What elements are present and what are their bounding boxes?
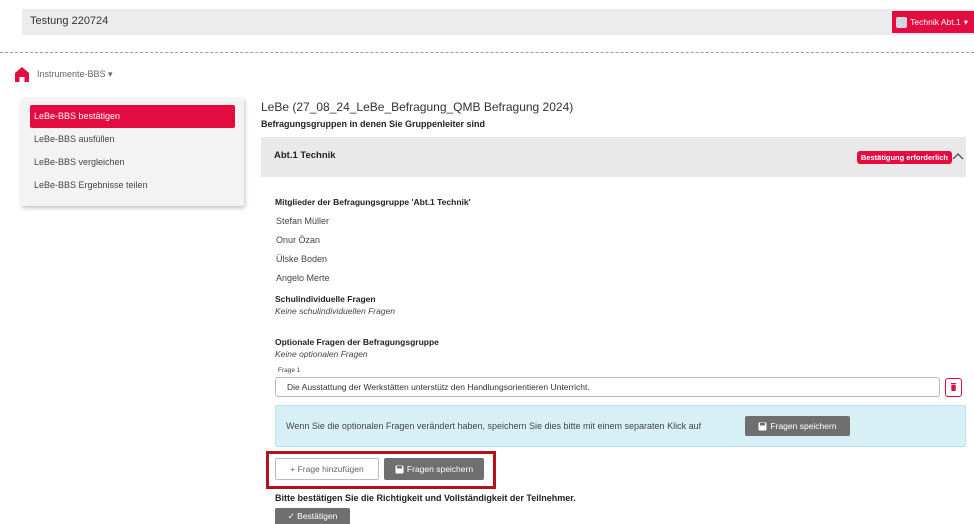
top-bar: Testung 220724 Technik Abt.1 ▾ — [22, 9, 974, 35]
chevron-up-icon[interactable] — [952, 151, 964, 161]
question-input[interactable]: Die Ausstattung der Werkstätten unterstü… — [275, 377, 940, 397]
user-label: Technik Abt.1 — [910, 17, 961, 27]
sidebar-item-bestaetigen[interactable]: LeBe-BBS bestätigen — [30, 105, 235, 128]
member-item: Stefan Müller — [276, 216, 330, 226]
home-icon[interactable] — [14, 66, 30, 82]
school-questions-title: Schulindividuelle Fragen — [275, 294, 376, 304]
instrument-label: Instrumente-BBS — [37, 69, 106, 79]
trash-icon — [951, 383, 956, 391]
save-questions-inline-button[interactable]: Fragen speichern — [745, 416, 850, 436]
info-text: Wenn Sie die optionalen Fragen verändert… — [286, 421, 702, 431]
school-questions-empty: Keine schulindividuellen Fragen — [275, 306, 396, 316]
highlight-box — [266, 451, 496, 489]
group-panel-header[interactable]: Abt.1 Technik Bestätigung erforderlich — [261, 137, 966, 177]
sidebar-item-vergleichen[interactable]: LeBe-BBS vergleichen — [30, 151, 235, 174]
optional-questions-title: Optionale Fragen der Befragungsgruppe — [275, 337, 439, 347]
avatar — [896, 16, 908, 28]
app-title: Testung 220724 — [30, 15, 109, 27]
caret-down-icon: ▾ — [108, 69, 113, 79]
optional-questions-empty: Keine optionalen Fragen — [275, 349, 368, 359]
caret-down-icon: ▾ — [963, 16, 968, 27]
members-title: Mitglieder der Befragungsgruppe 'Abt.1 T… — [275, 197, 471, 207]
member-item: Angelo Merte — [276, 273, 330, 283]
confirm-button-label: ✓ Bestätigen — [287, 510, 338, 521]
sidebar-item-ergebnisse-teilen[interactable]: LeBe-BBS Ergebnisse teilen — [30, 174, 235, 197]
save-button-label: Fragen speichern — [770, 421, 837, 431]
page-title: LeBe (27_08_24_LeBe_Befragung_QMB Befrag… — [261, 100, 574, 114]
group-name: Abt.1 Technik — [274, 150, 336, 161]
status-badge: Bestätigung erforderlich — [856, 151, 952, 164]
user-menu-button[interactable]: Technik Abt.1 ▾ — [892, 11, 974, 33]
member-item: Ülske Boden — [276, 254, 328, 264]
question-label: Frage 1 — [278, 367, 301, 374]
member-item: Onur Özan — [276, 235, 321, 245]
save-icon — [758, 422, 767, 430]
instrument-dropdown[interactable]: Instrumente-BBS ▾ — [37, 69, 113, 80]
sidebar-menu: LeBe-BBS bestätigen LeBe-BBS ausfüllen L… — [21, 98, 244, 206]
delete-question-button[interactable] — [945, 378, 962, 397]
confirm-text: Bitte bestätigen Sie die Richtigkeit und… — [275, 493, 576, 503]
info-box: Wenn Sie die optionalen Fragen verändert… — [275, 405, 966, 447]
sidebar-item-ausfuellen[interactable]: LeBe-BBS ausfüllen — [30, 128, 235, 151]
page-subtitle: Befragungsgruppen in denen Sie Gruppenle… — [261, 119, 486, 129]
divider — [0, 52, 974, 53]
confirm-button[interactable]: ✓ Bestätigen — [275, 508, 350, 524]
